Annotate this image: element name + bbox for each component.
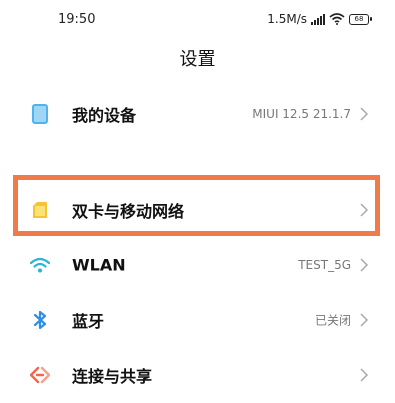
settings-item-my-device[interactable]: 我的设备 MIUI 12.5 21.1.7 bbox=[0, 86, 395, 142]
status-bar: 19:50 1.5M/s 68 bbox=[0, 0, 395, 40]
settings-item-label: 连接与共享 bbox=[72, 367, 153, 386]
device-icon bbox=[30, 104, 50, 124]
connection-sharing-icon bbox=[30, 365, 50, 385]
battery-level: 68 bbox=[354, 14, 364, 23]
highlight-box bbox=[13, 175, 380, 236]
wifi-status-icon bbox=[329, 13, 345, 25]
bluetooth-icon bbox=[30, 310, 50, 330]
chevron-right-icon bbox=[360, 107, 369, 121]
settings-item-label: 蓝牙 bbox=[72, 312, 105, 331]
wifi-icon bbox=[30, 255, 50, 275]
settings-item-label: 我的设备 bbox=[72, 106, 137, 125]
chevron-right-icon bbox=[360, 258, 369, 272]
chevron-right-icon bbox=[360, 313, 369, 327]
status-time: 19:50 bbox=[58, 12, 96, 27]
settings-item-connection-sharing[interactable]: 连接与共享 bbox=[0, 347, 395, 403]
signal-icon bbox=[311, 13, 325, 25]
settings-item-value: 已关闭 bbox=[314, 313, 351, 328]
page-title: 设置 bbox=[179, 49, 216, 70]
settings-item-wlan[interactable]: WLAN TEST_5G bbox=[0, 237, 395, 293]
settings-item-bluetooth[interactable]: 蓝牙 已关闭 bbox=[0, 292, 395, 348]
settings-item-label: WLAN bbox=[72, 255, 126, 275]
settings-item-value: MIUI 12.5 21.1.7 bbox=[252, 107, 351, 121]
status-indicators: 1.5M/s 68 bbox=[267, 11, 372, 27]
network-speed: 1.5M/s bbox=[267, 12, 307, 26]
battery-icon: 68 bbox=[349, 13, 372, 25]
chevron-right-icon bbox=[360, 368, 369, 382]
settings-item-value: TEST_5G bbox=[298, 258, 351, 272]
